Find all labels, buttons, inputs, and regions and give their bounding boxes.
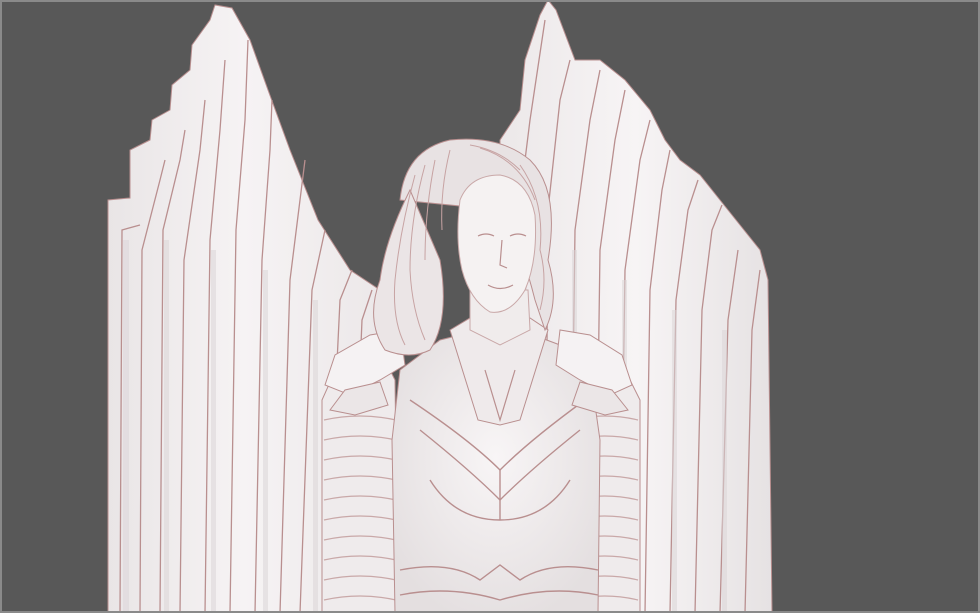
3d-viewport[interactable] [0,0,980,613]
sculpt-render [107,0,773,613]
